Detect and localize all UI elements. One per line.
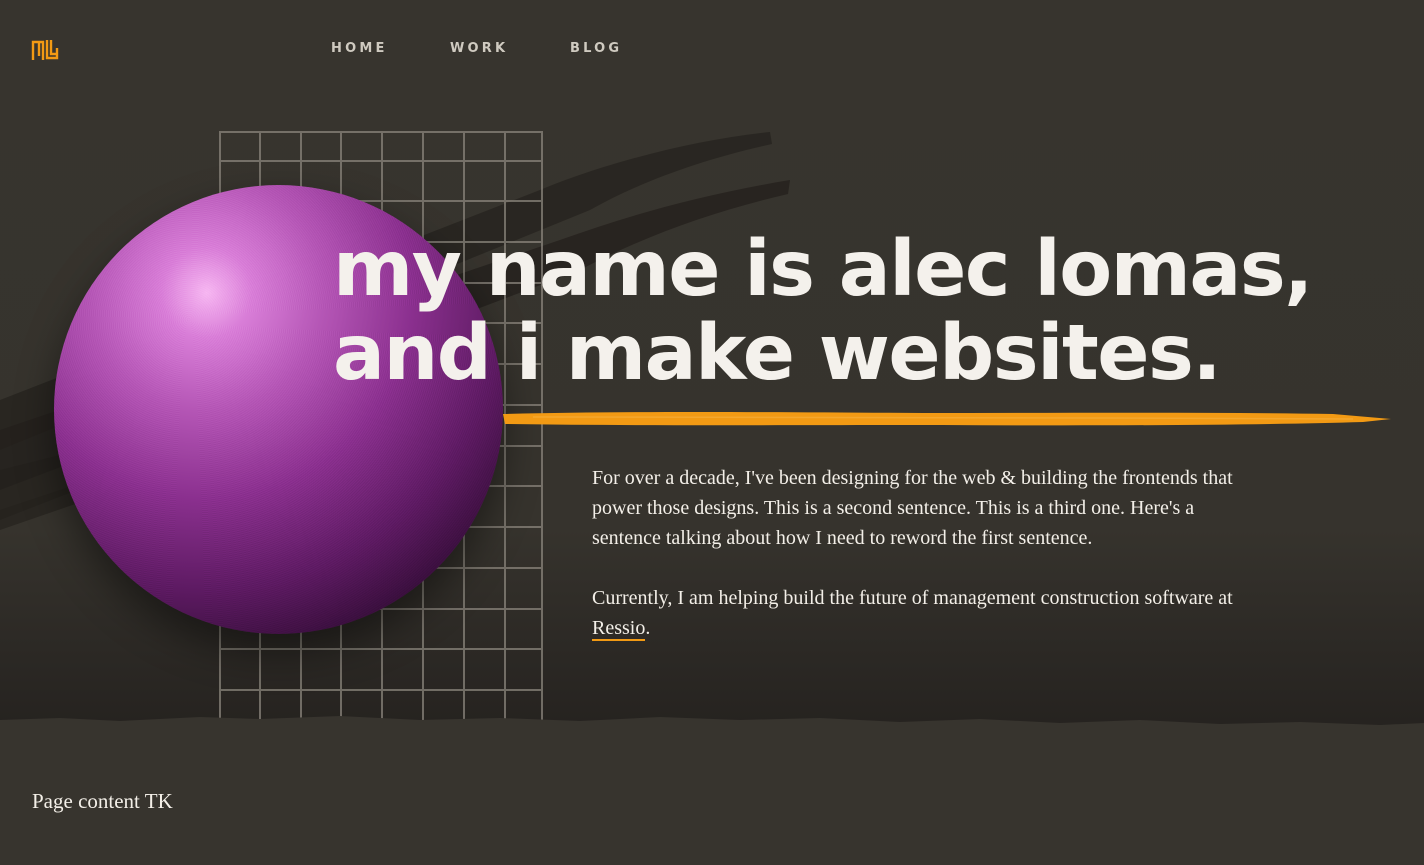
- al-monogram-logo-icon[interactable]: [31, 38, 59, 62]
- main-navigation: HOME WORK BLOG: [331, 41, 650, 57]
- nav-work-link[interactable]: WORK: [450, 41, 570, 57]
- headline-line-1: my name is alec lomas,: [333, 225, 1313, 314]
- intro-paragraph-2: Currently, I am helping build the future…: [592, 583, 1252, 643]
- torn-edge-divider: [0, 716, 1424, 745]
- intro-text: For over a decade, I've been designing f…: [592, 463, 1252, 673]
- page-content-placeholder: Page content TK: [32, 789, 173, 813]
- ressio-link[interactable]: Ressio: [592, 617, 646, 641]
- intro-paragraph-2-suffix: .: [645, 617, 651, 639]
- intro-paragraph-2-prefix: Currently, I am helping build the future…: [592, 587, 1233, 609]
- nav-home-link[interactable]: HOME: [331, 41, 450, 57]
- nav-blog-link[interactable]: BLOG: [570, 41, 650, 57]
- orange-brush-underline: [503, 412, 1391, 426]
- hero-section: my name is alec lomas, and i make websit…: [0, 0, 1424, 735]
- intro-paragraph-1: For over a decade, I've been designing f…: [592, 467, 1233, 549]
- hero-headline: my name is alec lomas, and i make websit…: [333, 225, 1313, 398]
- headline-line-2: and i make websites.: [333, 309, 1222, 398]
